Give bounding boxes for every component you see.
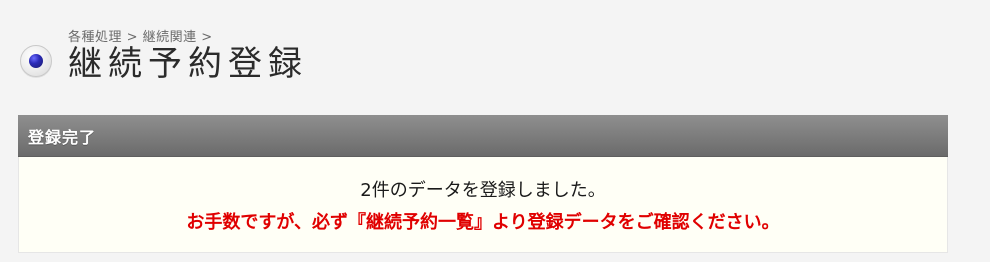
result-panel-header: 登録完了 [18,115,948,157]
breadcrumb: 各種処理 > 継続関連 > [68,30,213,45]
page: 各種処理 > 継続関連 > 継続予約登録 登録完了 2件のデータを登録しました。… [0,0,990,262]
result-message: 2件のデータを登録しました。 [360,179,606,201]
page-header: 各種処理 > 継続関連 > 継続予約登録 [20,20,950,90]
radio-bullet-icon [20,45,52,77]
result-warning-message: お手数ですが、必ず『継続予約一覧』より登録データをご確認ください。 [186,211,780,233]
page-title: 継続予約登録 [68,44,308,84]
radio-bullet-dot [29,54,43,68]
result-panel: 登録完了 2件のデータを登録しました。 お手数ですが、必ず『継続予約一覧』より登… [18,115,948,253]
result-panel-body: 2件のデータを登録しました。 お手数ですが、必ず『継続予約一覧』より登録データを… [18,157,948,253]
result-panel-title: 登録完了 [28,127,97,147]
